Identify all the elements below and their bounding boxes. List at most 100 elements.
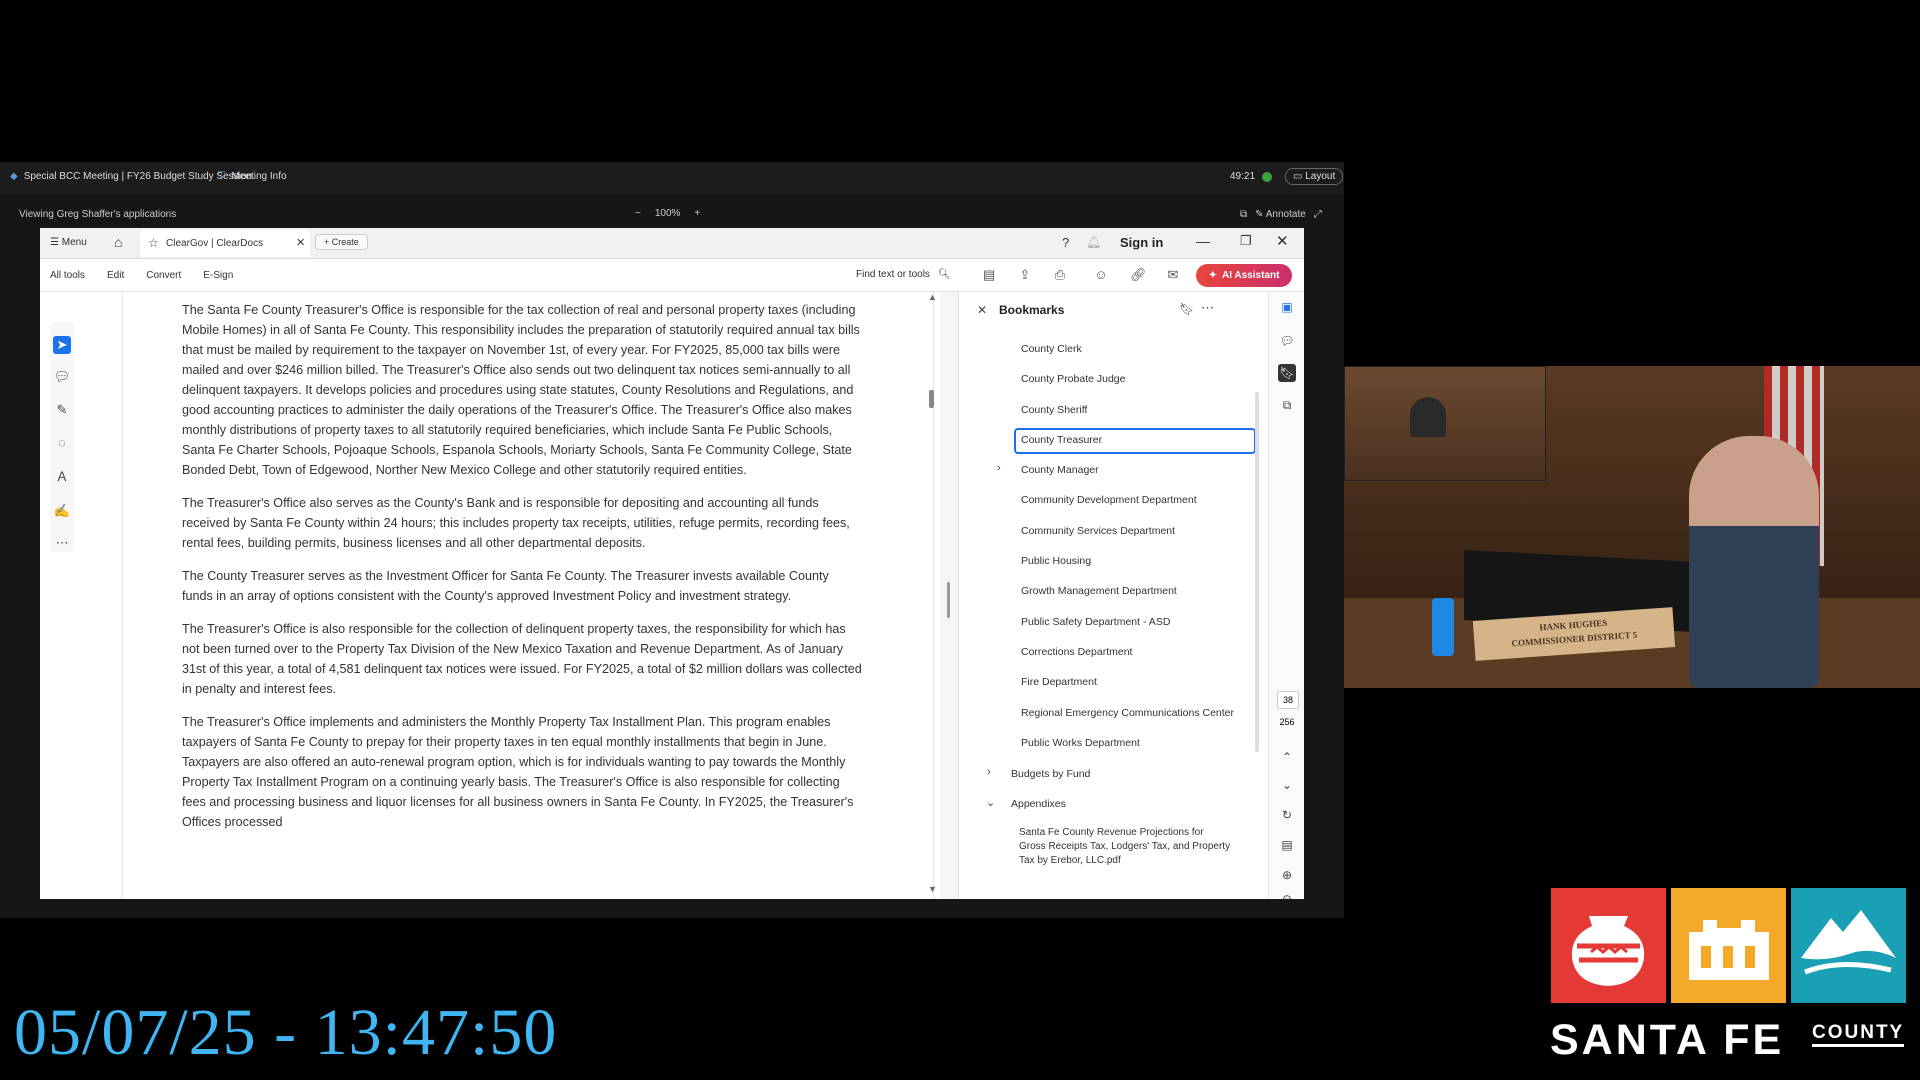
right-tool-rail: ▣ 💬︎ 🔖︎ ⧉ 38 256 ⌃ ⌄ ↻ ▤ ⊕ ⊖ bbox=[1268, 292, 1304, 899]
upload-icon[interactable]: ⇪ bbox=[1018, 268, 1032, 282]
chevron-down-icon[interactable]: ⌄ bbox=[1278, 776, 1296, 794]
shield-icon: ⛉ bbox=[218, 171, 226, 182]
minimize-icon[interactable]: — bbox=[1196, 233, 1210, 249]
bookmark-item-selected[interactable]: County Treasurer bbox=[1014, 428, 1256, 454]
email-icon[interactable]: ✉ bbox=[1166, 268, 1180, 282]
chevron-right-icon[interactable]: › bbox=[987, 766, 991, 778]
bookmark-item[interactable]: Community Services Department bbox=[1021, 525, 1175, 537]
bookmark-item[interactable]: Public Housing bbox=[1021, 555, 1091, 567]
zoom-out-button[interactable]: − bbox=[635, 208, 641, 219]
chevron-right-icon[interactable]: › bbox=[997, 462, 1001, 474]
menu-all-tools[interactable]: All tools bbox=[50, 270, 85, 281]
add-bookmark-icon[interactable]: 🔖︎ bbox=[1179, 302, 1194, 316]
close-tab-icon[interactable]: ✕ bbox=[296, 236, 305, 249]
layout-button[interactable]: ▭ Layout bbox=[1285, 168, 1344, 185]
bookmarks-header: ✕ Bookmarks 🔖︎ ⋯ bbox=[959, 292, 1265, 328]
bookmarks-scrollbar[interactable] bbox=[1255, 392, 1259, 752]
bookmark-item[interactable]: Public Safety Department - ASD bbox=[1021, 616, 1170, 628]
bookmark-item[interactable]: County Clerk bbox=[1021, 343, 1082, 355]
bookmark-item[interactable]: County Manager bbox=[1021, 464, 1099, 476]
page-view-icon[interactable]: ▤ bbox=[1278, 836, 1296, 854]
pen-icon[interactable]: ✎ bbox=[53, 401, 71, 419]
meeting-info-button[interactable]: ⛉ Meeting Info bbox=[218, 171, 287, 182]
bookmark-item[interactable]: Budgets by Fund bbox=[1011, 768, 1090, 780]
comment-icon[interactable]: 💬︎ bbox=[53, 368, 71, 386]
link-icon[interactable]: 🔗︎ bbox=[1130, 268, 1147, 282]
comments-panel-icon[interactable]: 💬︎ bbox=[1278, 332, 1296, 350]
pages-panel-icon[interactable]: ⧉ bbox=[1278, 396, 1296, 414]
paragraph: The Treasurer's Office implements and ad… bbox=[182, 715, 854, 829]
panel-icon[interactable]: ▣ bbox=[1278, 298, 1296, 316]
share-title: Viewing Greg Shaffer's applications bbox=[19, 209, 177, 220]
page-number-field[interactable]: 38 bbox=[1277, 691, 1299, 709]
panel-splitter[interactable] bbox=[940, 292, 958, 899]
document-scrollbar[interactable]: ▲ ▼ bbox=[925, 292, 939, 899]
bell-icon[interactable]: 🔔︎ bbox=[1086, 235, 1101, 249]
zoom-out-icon[interactable]: ⊖ bbox=[1278, 890, 1296, 899]
menu-edit[interactable]: Edit bbox=[107, 270, 124, 281]
select-cursor-icon[interactable]: ➤ bbox=[53, 336, 71, 354]
chevron-down-icon[interactable]: ⌄ bbox=[986, 796, 995, 809]
menu-row: All tools Edit Convert E-Sign bbox=[50, 270, 233, 281]
save-icon[interactable]: ▤ bbox=[982, 268, 996, 282]
share-user-icon[interactable]: ☺ bbox=[1094, 268, 1108, 282]
bookmark-item[interactable]: Appendixes bbox=[1011, 798, 1066, 810]
scroll-thumb[interactable] bbox=[929, 390, 934, 408]
paragraph: The Treasurer's Office also serves as th… bbox=[182, 496, 850, 550]
broadcast-timestamp: 05/07/25 - 13:47:50 bbox=[14, 996, 558, 1069]
more-tools-icon[interactable]: ⋯ bbox=[53, 534, 71, 552]
bookmark-item[interactable]: Fire Department bbox=[1021, 676, 1097, 688]
menu-convert[interactable]: Convert bbox=[146, 270, 181, 281]
logo-name: SANTA FE bbox=[1550, 1016, 1785, 1064]
help-icon[interactable]: ? bbox=[1062, 235, 1069, 250]
restore-icon[interactable]: ❐ bbox=[1240, 233, 1252, 249]
lasso-icon[interactable]: ◌ bbox=[53, 434, 71, 452]
print-icon[interactable]: ⎙ bbox=[1053, 268, 1067, 282]
text-box-icon[interactable]: Ａ bbox=[53, 468, 71, 486]
bookmark-item[interactable]: Public Works Department bbox=[1021, 737, 1140, 749]
find-tools-search[interactable]: Find text or tools 🔍︎ bbox=[856, 269, 951, 280]
share-frame-bottom bbox=[0, 899, 1344, 918]
bookmark-item[interactable]: Growth Management Department bbox=[1021, 585, 1177, 597]
page-total: 256 bbox=[1279, 717, 1295, 727]
fullscreen-icon[interactable]: ⤢ bbox=[1314, 209, 1322, 220]
chevron-up-icon[interactable]: ⌃ bbox=[1278, 748, 1296, 766]
commissioner bbox=[1689, 436, 1819, 688]
ai-assistant-button[interactable]: ✦ AI Assistant bbox=[1196, 264, 1292, 287]
zoom-in-button[interactable]: + bbox=[694, 208, 700, 219]
scroll-down-icon[interactable]: ▼ bbox=[928, 884, 937, 894]
scroll-up-icon[interactable]: ▲ bbox=[928, 292, 937, 302]
create-button[interactable]: + Create bbox=[315, 234, 368, 250]
annotate-button[interactable]: ✎ Annotate bbox=[1255, 209, 1306, 220]
popout-icon[interactable]: ⧉ bbox=[1240, 209, 1247, 220]
bookmark-item[interactable]: Regional Emergency Communications Center bbox=[1021, 707, 1234, 719]
meeting-timer: 49:21 bbox=[1230, 171, 1256, 182]
close-panel-icon[interactable]: ✕ bbox=[977, 303, 987, 317]
bookmark-item[interactable]: Santa Fe County Revenue Projections for … bbox=[1019, 826, 1231, 868]
menu-button[interactable]: ☰ Menu bbox=[50, 237, 87, 248]
bookmark-item[interactable]: Corrections Department bbox=[1021, 646, 1132, 658]
tab-document[interactable]: ☆ ClearGov | ClearDocs ✕ bbox=[140, 230, 310, 257]
stamp-icon[interactable]: ✍ bbox=[53, 502, 71, 520]
bookmark-item[interactable]: Community Development Department bbox=[1021, 494, 1197, 506]
zoom-in-icon[interactable]: ⊕ bbox=[1278, 866, 1296, 884]
zoom-controls: − 100% + bbox=[635, 208, 700, 219]
star-icon[interactable]: ☆ bbox=[148, 236, 159, 250]
close-window-icon[interactable]: ✕ bbox=[1276, 232, 1289, 250]
splitter-grip[interactable] bbox=[947, 582, 950, 618]
meeting-title[interactable]: ◆ Special BCC Meeting | FY26 Budget Stud… bbox=[10, 171, 252, 182]
ai-icon: ✦ bbox=[1208, 270, 1217, 281]
rotate-icon[interactable]: ↻ bbox=[1278, 806, 1296, 824]
main-toolbar: All tools Edit Convert E-Sign Find text … bbox=[40, 259, 1304, 292]
annotate-group: ⧉ ✎ Annotate ⤢ bbox=[1240, 209, 1322, 220]
menu-esign[interactable]: E-Sign bbox=[203, 270, 233, 281]
sign-in-button[interactable]: Sign in bbox=[1120, 235, 1163, 250]
more-options-icon[interactable]: ⋯ bbox=[1201, 300, 1214, 316]
santa-fe-county-logo: SANTA FE COUNTY bbox=[1550, 888, 1906, 1068]
tab-title: ClearGov | ClearDocs bbox=[166, 238, 264, 249]
left-tool-column: ➤ 💬︎ ✎ ◌ Ａ ✍ ⋯ bbox=[40, 292, 122, 899]
home-icon[interactable]: ⌂ bbox=[114, 234, 122, 250]
bookmark-item[interactable]: County Sheriff bbox=[1021, 404, 1087, 416]
bookmark-item[interactable]: County Probate Judge bbox=[1021, 373, 1126, 385]
bookmarks-panel-icon[interactable]: 🔖︎ bbox=[1278, 364, 1296, 382]
